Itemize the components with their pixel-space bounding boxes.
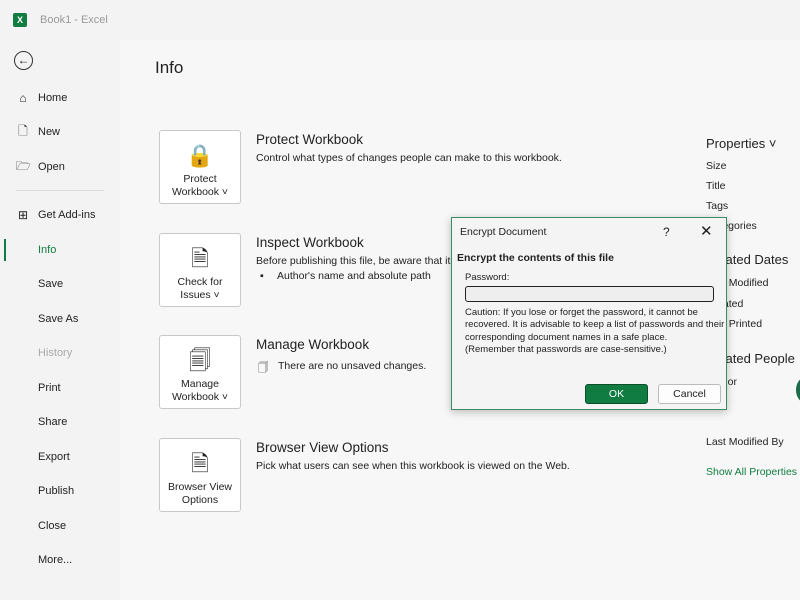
- password-input[interactable]: [465, 286, 714, 302]
- sidebar-item-get-addins[interactable]: ⊞ Get Add-ins: [0, 202, 120, 228]
- section-desc: There are no unsaved changes.: [278, 360, 427, 372]
- new-document-icon: 🗋: [18, 123, 28, 138]
- sidebar-item-print[interactable]: Print: [0, 375, 120, 401]
- caution-text: Caution: If you lose or forget the passw…: [465, 307, 725, 355]
- home-icon: ⌂: [19, 91, 27, 105]
- dialog-heading: Encrypt the contents of this file: [457, 252, 614, 264]
- back-arrow-icon[interactable]: ←: [14, 51, 33, 70]
- avatar: [796, 377, 800, 403]
- manage-document-icon: 🗐: [189, 348, 211, 373]
- sidebar-item-open[interactable]: 🗁 Open: [0, 154, 120, 180]
- section-title: Inspect Workbook: [256, 235, 364, 250]
- sidebar-item-new[interactable]: 🗋 New: [0, 119, 120, 145]
- window-title: Book1 - Excel: [40, 14, 108, 26]
- folder-open-icon: 🗁: [16, 158, 31, 173]
- ok-button[interactable]: OK: [585, 384, 648, 404]
- dialog-title: Encrypt Document: [460, 226, 547, 238]
- title-bar: X Book1 - Excel: [0, 0, 800, 40]
- sidebar-item-close[interactable]: Close: [0, 513, 120, 539]
- properties-dropdown[interactable]: Properties ˅: [706, 136, 776, 151]
- sidebar-item-save-as[interactable]: Save As: [0, 306, 120, 332]
- encrypt-document-dialog: Encrypt Document ? ✕ Encrypt the content…: [451, 217, 727, 410]
- sidebar-item-more[interactable]: More...: [0, 547, 120, 573]
- section-desc: Before publishing this file, be aware th…: [256, 255, 451, 267]
- divider: [16, 190, 104, 191]
- browser-view-options-button[interactable]: 🗎 Browser View Options: [159, 438, 241, 512]
- protect-workbook-button[interactable]: 🔒 Protect Workbook ˅: [159, 130, 241, 204]
- prop-last-modified-by: Last Modified By: [706, 436, 784, 448]
- excel-icon: X: [13, 13, 27, 27]
- close-icon[interactable]: ✕: [700, 222, 713, 240]
- sidebar-item-share[interactable]: Share: [0, 409, 120, 435]
- section-desc: Control what types of changes people can…: [256, 152, 562, 164]
- sidebar-item-history: History: [38, 347, 73, 359]
- sidebar-item-info[interactable]: Info: [0, 237, 120, 263]
- section-desc: Pick what users can see when this workbo…: [256, 460, 570, 472]
- sidebar-item-home[interactable]: ⌂ Home: [0, 85, 120, 111]
- document-icon: 🗍: [258, 362, 269, 374]
- prop-title: Title: [706, 180, 726, 192]
- password-label: Password:: [465, 272, 510, 283]
- show-all-properties-link[interactable]: Show All Properties: [706, 466, 797, 478]
- help-icon[interactable]: ?: [663, 225, 670, 239]
- browser-document-icon: 🗎: [191, 451, 209, 476]
- section-title: Protect Workbook: [256, 132, 364, 147]
- backstage-sidebar: ← ⌂ Home 🗋 New 🗁 Open ⊞ Get Add-ins Info Sav…: [0, 40, 120, 600]
- sidebar-item-save[interactable]: Save: [0, 271, 120, 297]
- sidebar-item-export[interactable]: Export: [0, 444, 120, 470]
- prop-size: Size: [706, 160, 727, 172]
- document-check-icon: 🗎: [191, 246, 209, 271]
- cancel-button[interactable]: Cancel: [658, 384, 721, 404]
- prop-tags: Tags: [706, 200, 729, 212]
- check-for-issues-button[interactable]: 🗎 Check for Issues ˅: [159, 233, 241, 307]
- addins-grid-icon: ⊞: [17, 208, 29, 222]
- sidebar-item-publish[interactable]: Publish: [0, 478, 120, 504]
- bullet-text: Author's name and absolute path: [277, 270, 431, 282]
- bullet-icon: ▪: [260, 270, 264, 282]
- manage-workbook-button[interactable]: 🗐 Manage Workbook ˅: [159, 335, 241, 409]
- section-title: Manage Workbook: [256, 337, 370, 352]
- section-title: Browser View Options: [256, 440, 389, 455]
- page-title: Info: [155, 58, 184, 77]
- lock-key-icon: 🔒: [186, 143, 214, 168]
